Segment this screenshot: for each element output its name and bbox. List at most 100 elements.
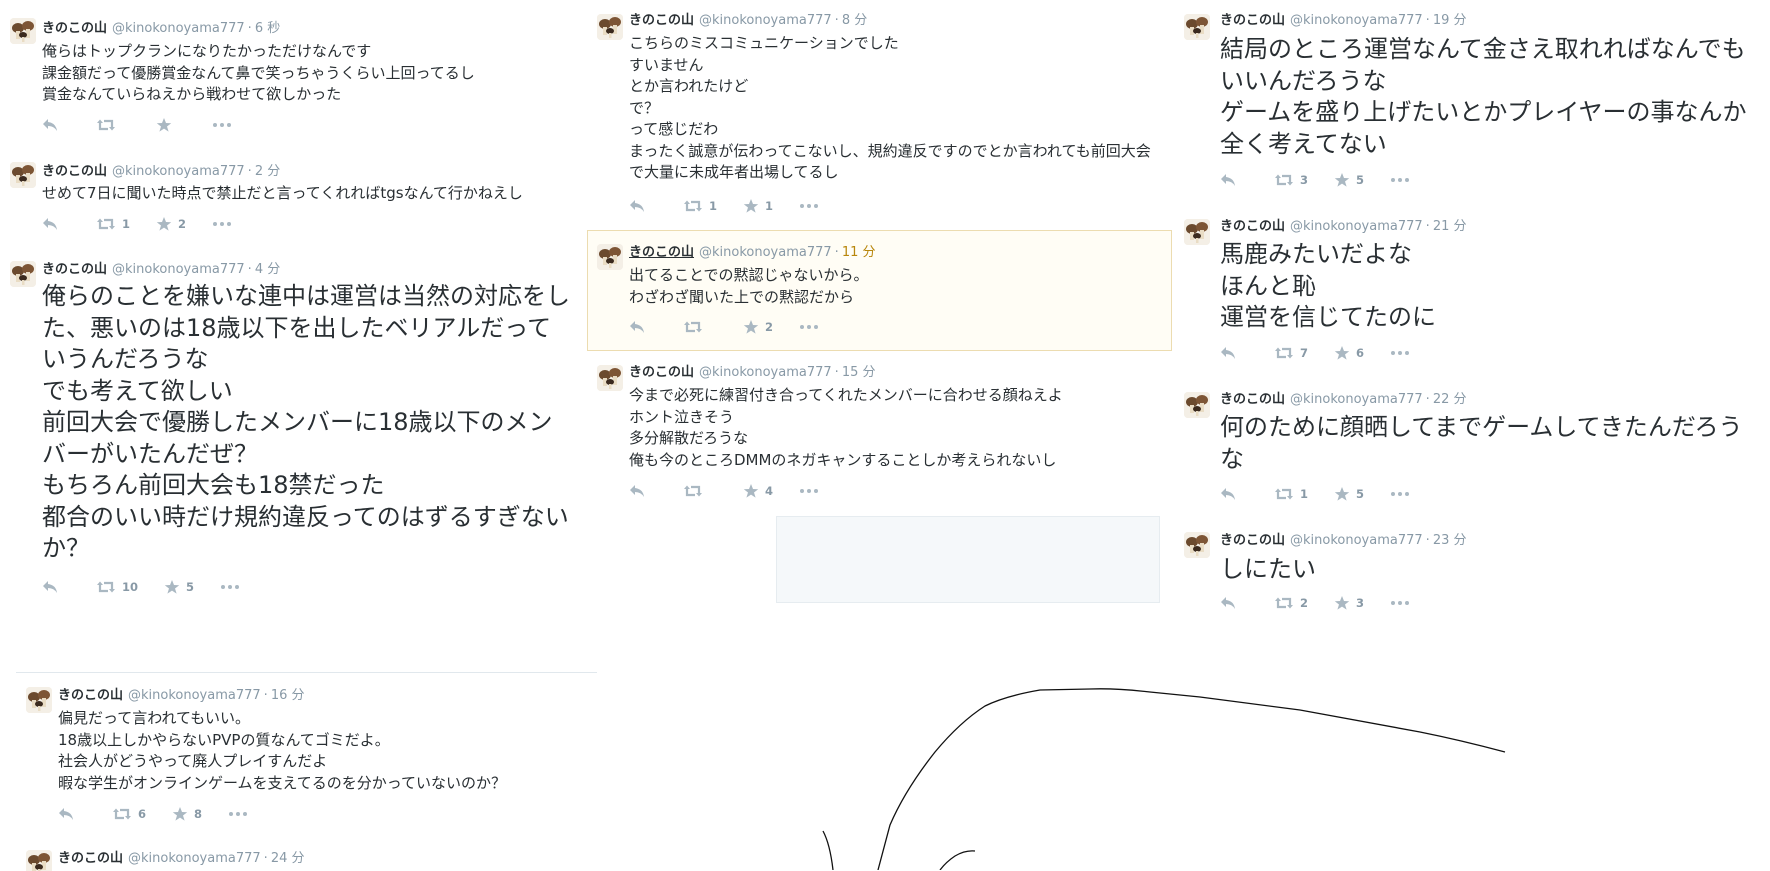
tweet-card[interactable]: きのこの山 @kinokonoyama777 · 2 分 せめて7日に聞いた時点で禁止… — [0, 148, 584, 248]
user-handle[interactable]: @kinokonoyama777 — [1290, 13, 1423, 28]
star-icon[interactable]: 2 — [743, 319, 773, 335]
star-icon[interactable] — [156, 117, 186, 133]
star-icon[interactable]: 3 — [1334, 595, 1364, 611]
tweet-card-highlighted[interactable]: きのこの山 @kinokonoyama777 · 11 分 出てることでの黙認じゃない… — [587, 230, 1172, 352]
user-handle[interactable]: @kinokonoyama777 — [112, 164, 245, 179]
retweet-icon[interactable]: 10 — [96, 580, 138, 594]
tweet-timestamp[interactable]: 6 秒 — [255, 21, 280, 36]
more-dots-icon[interactable] — [1390, 600, 1418, 606]
tweet-timestamp[interactable]: 22 分 — [1433, 392, 1467, 407]
user-handle[interactable]: @kinokonoyama777 — [699, 365, 832, 380]
display-name[interactable]: きのこの山 — [629, 245, 694, 260]
reply-icon[interactable] — [1220, 173, 1248, 187]
more-dots-icon[interactable] — [212, 122, 240, 128]
tweet-card[interactable]: きのこの山 @kinokonoyama777 · 23 分 しにたい 2 3 — [1174, 520, 1764, 621]
reply-icon[interactable] — [629, 320, 657, 334]
retweet-icon[interactable]: 3 — [1274, 173, 1308, 187]
reply-icon[interactable] — [42, 217, 70, 231]
mushroom-avatar-icon[interactable] — [26, 850, 52, 871]
more-dots-icon[interactable] — [220, 584, 248, 590]
tweet-card[interactable]: きのこの山 @kinokonoyama777 · 19 分 結局のところ運営なんて金さ… — [1174, 0, 1764, 206]
tweet-timestamp[interactable]: 2 分 — [255, 164, 280, 179]
tweet-card[interactable]: きのこの山 @kinokonoyama777 · 16 分 偏見だって言われてもいい。… — [16, 673, 597, 839]
star-icon[interactable]: 5 — [1334, 172, 1364, 188]
reply-icon[interactable] — [629, 199, 657, 213]
star-icon[interactable]: 4 — [743, 483, 773, 499]
star-icon[interactable]: 6 — [1334, 345, 1364, 361]
tweet-timestamp[interactable]: 19 分 — [1433, 13, 1467, 28]
tweet-timestamp[interactable]: 16 分 — [271, 688, 305, 703]
mushroom-avatar-icon[interactable] — [10, 18, 36, 44]
display-name[interactable]: きのこの山 — [42, 164, 107, 179]
user-handle[interactable]: @kinokonoyama777 — [128, 851, 261, 866]
mushroom-avatar-icon[interactable] — [597, 244, 623, 270]
star-icon[interactable]: 5 — [1334, 486, 1364, 502]
reply-icon[interactable] — [58, 807, 86, 821]
user-handle[interactable]: @kinokonoyama777 — [699, 13, 832, 28]
more-dots-icon[interactable] — [799, 488, 827, 494]
retweet-icon[interactable]: 7 — [1274, 346, 1308, 360]
display-name[interactable]: きのこの山 — [42, 21, 107, 36]
display-name[interactable]: きのこの山 — [58, 688, 123, 703]
display-name[interactable]: きのこの山 — [1220, 533, 1285, 548]
retweet-icon[interactable]: 1 — [1274, 487, 1308, 501]
reply-icon[interactable] — [42, 118, 70, 132]
user-handle[interactable]: @kinokonoyama777 — [1290, 533, 1423, 548]
more-dots-icon[interactable] — [1390, 177, 1418, 183]
mushroom-avatar-icon[interactable] — [1184, 392, 1210, 418]
tweet-timestamp[interactable]: 23 分 — [1433, 533, 1467, 548]
tweet-card[interactable]: きのこの山 @kinokonoyama777 · 21 分 馬鹿みたいだよな ほんと恥… — [1174, 205, 1764, 379]
mushroom-avatar-icon[interactable] — [1184, 219, 1210, 245]
more-dots-icon[interactable] — [799, 324, 827, 330]
display-name[interactable]: きのこの山 — [1220, 392, 1285, 407]
user-handle[interactable]: @kinokonoyama777 — [112, 262, 245, 277]
mushroom-avatar-icon[interactable] — [597, 14, 623, 40]
tweet-timestamp[interactable]: 15 分 — [842, 365, 876, 380]
star-icon[interactable]: 2 — [156, 216, 186, 232]
mushroom-avatar-icon[interactable] — [597, 365, 623, 391]
tweet-timestamp[interactable]: 11 分 — [842, 245, 876, 260]
retweet-icon[interactable] — [96, 118, 130, 132]
reply-icon[interactable] — [42, 580, 70, 594]
tweet-card[interactable]: きのこの山 @kinokonoyama777 · 24 分 — [16, 838, 597, 871]
reply-icon[interactable] — [1220, 596, 1248, 610]
more-dots-icon[interactable] — [1390, 491, 1418, 497]
mushroom-avatar-icon[interactable] — [1184, 532, 1210, 558]
more-dots-icon[interactable] — [1390, 350, 1418, 356]
display-name[interactable]: きのこの山 — [629, 365, 694, 380]
user-handle[interactable]: @kinokonoyama777 — [1290, 219, 1423, 234]
more-dots-icon[interactable] — [228, 811, 256, 817]
reply-icon[interactable] — [1220, 487, 1248, 501]
more-dots-icon[interactable] — [799, 203, 827, 209]
user-handle[interactable]: @kinokonoyama777 — [112, 21, 245, 36]
tweet-timestamp[interactable]: 8 分 — [842, 13, 867, 28]
mushroom-avatar-icon[interactable] — [10, 261, 36, 287]
display-name[interactable]: きのこの山 — [1220, 13, 1285, 28]
display-name[interactable]: きのこの山 — [58, 851, 123, 866]
retweet-icon[interactable] — [683, 484, 717, 498]
tweet-timestamp[interactable]: 24 分 — [271, 851, 305, 866]
star-icon[interactable]: 1 — [743, 198, 773, 214]
star-icon[interactable]: 8 — [172, 806, 202, 822]
user-handle[interactable]: @kinokonoyama777 — [128, 688, 261, 703]
star-icon[interactable]: 5 — [164, 579, 194, 595]
tweet-card[interactable]: きのこの山 @kinokonoyama777 · 4 分 俺らのことを嫌いな連中は運営… — [0, 247, 584, 614]
user-handle[interactable]: @kinokonoyama777 — [1290, 392, 1423, 407]
retweet-icon[interactable]: 1 — [96, 217, 130, 231]
tweet-timestamp[interactable]: 21 分 — [1433, 219, 1467, 234]
display-name[interactable]: きのこの山 — [1220, 219, 1285, 234]
retweet-icon[interactable] — [683, 320, 717, 334]
tweet-card[interactable]: きのこの山 @kinokonoyama777 · 8 分 こちらのミスコミュニケーショ… — [587, 0, 1172, 231]
retweet-icon[interactable]: 1 — [683, 199, 717, 213]
reply-icon[interactable] — [1220, 346, 1248, 360]
display-name[interactable]: きのこの山 — [42, 262, 107, 277]
display-name[interactable]: きのこの山 — [629, 13, 694, 28]
mushroom-avatar-icon[interactable] — [10, 162, 36, 188]
user-handle[interactable]: @kinokonoyama777 — [699, 245, 832, 260]
more-dots-icon[interactable] — [212, 221, 240, 227]
mushroom-avatar-icon[interactable] — [1184, 14, 1210, 40]
reply-icon[interactable] — [629, 484, 657, 498]
retweet-icon[interactable]: 2 — [1274, 596, 1308, 610]
mushroom-avatar-icon[interactable] — [26, 687, 52, 713]
retweet-icon[interactable]: 6 — [112, 807, 146, 821]
